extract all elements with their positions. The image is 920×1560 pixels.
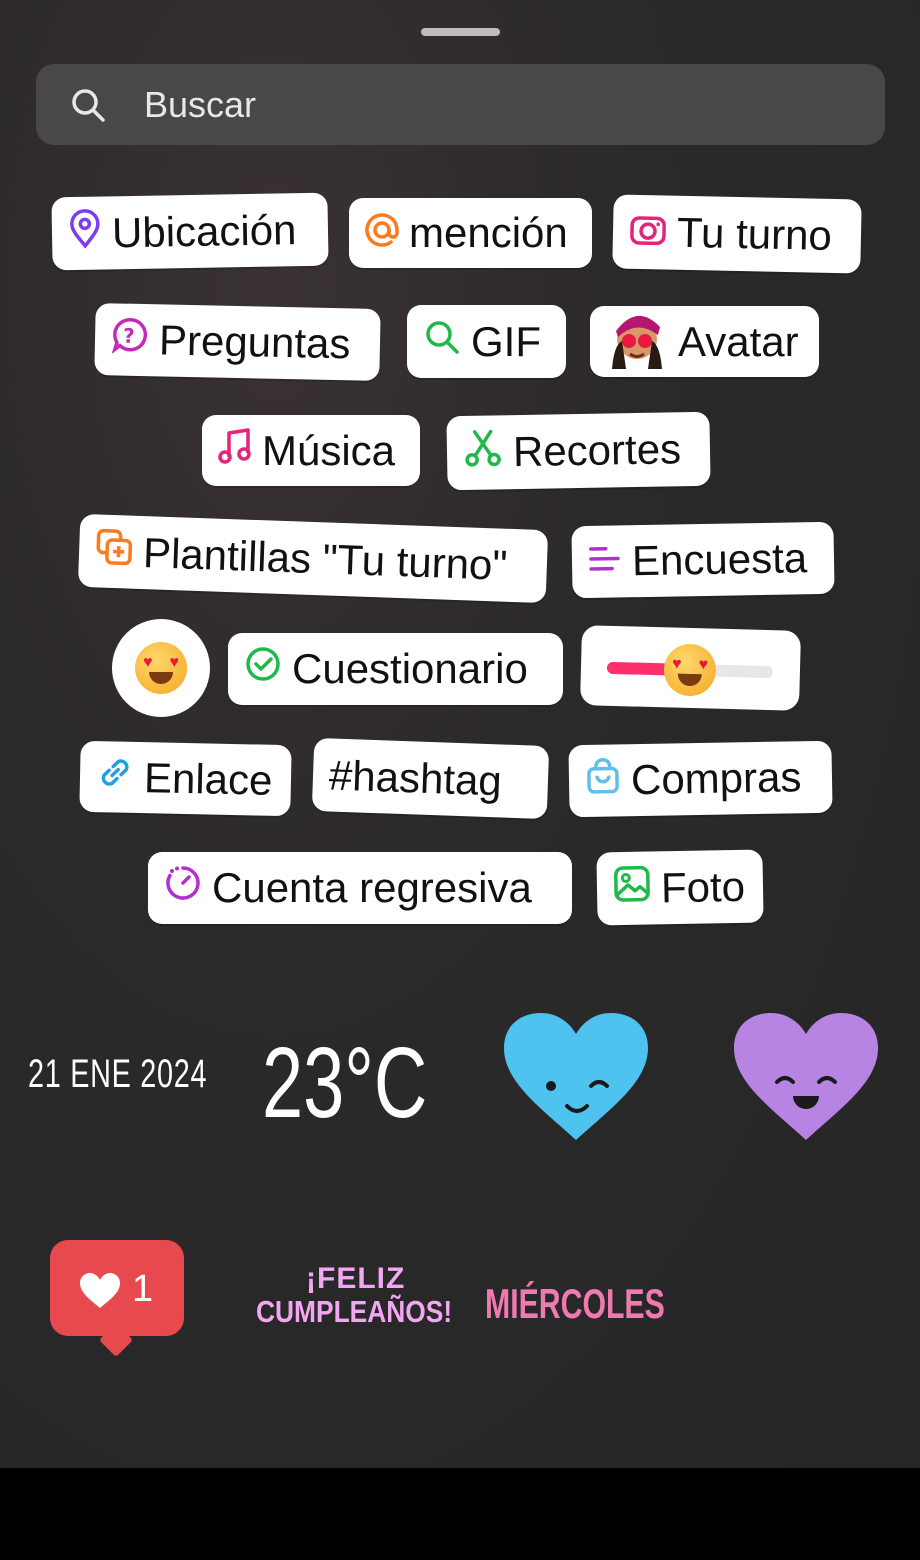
svg-text:?: ? [123,324,135,348]
sticker-music-label: Música [262,426,396,474]
poll-icon [588,537,633,586]
heart-eyes-emoji-icon[interactable]: ♥ ♥ [663,643,717,697]
countdown-icon [164,864,212,912]
sticker-mention[interactable]: mención [349,198,592,268]
sticker-tray: Buscar Ubicación mención Tu turno ? Preg… [0,0,920,1468]
sticker-quiz[interactable]: Cuestionario [228,633,563,705]
sticker-cutouts-label: Recortes [512,425,682,476]
sticker-music[interactable]: Música [202,415,420,486]
emoji-reaction-sticker[interactable]: ♥ ♥ [112,619,210,717]
question-icon: ? [111,315,160,364]
sticker-shopping[interactable]: Compras [568,740,833,818]
search-input[interactable]: Buscar [144,84,256,126]
sticker-shopping-label: Compras [630,753,802,804]
sticker-location-label: Ubicación [111,205,297,256]
sticker-hashtag-label: #hashtag [328,750,503,804]
sticker-quiz-label: Cuestionario [292,645,528,692]
sticker-questions-label: Preguntas [158,316,351,368]
search-icon [70,87,106,128]
sticker-poll[interactable]: Encuesta [571,521,835,599]
check-circle-icon [244,645,292,693]
like-counter-tail [99,1323,133,1357]
shopping-bag-icon [585,756,632,805]
birthday-line-1: ¡FELIZ [306,1262,406,1295]
photo-icon [613,864,662,913]
scissors-icon [463,427,514,478]
sticker-gif-label: GIF [471,317,541,365]
sticker-countdown[interactable]: Cuenta regresiva [148,852,572,924]
sticker-avatar-label: Avatar [678,317,799,365]
sticker-countdown-label: Cuenta regresiva [212,864,532,911]
slider-track: ♥ ♥ [606,643,774,697]
like-counter-sticker[interactable]: 1 [50,1240,184,1357]
sticker-templates[interactable]: Plantillas "Tu turno" [77,513,549,604]
sticker-link-label: Enlace [143,753,273,804]
like-count: 1 [132,1268,154,1310]
sticker-templates-label: Plantillas "Tu turno" [142,528,509,589]
like-heart-icon [80,1273,120,1308]
sticker-link[interactable]: Enlace [79,740,292,817]
temperature-sticker[interactable]: 23°C [262,1026,427,1141]
birthday-line-2: CUMPLEAÑOS! [256,1294,453,1329]
heart-eyes-emoji-icon: ♥ ♥ [135,642,187,694]
birthday-sticker[interactable]: ¡FELIZ CUMPLEAÑOS! [256,1256,452,1346]
location-pin-icon [68,208,113,259]
bottom-bar [0,1468,920,1560]
weekday-sticker[interactable]: MIÉRCOLES [485,1280,665,1328]
sticker-your-turn[interactable]: Tu turno [612,194,862,274]
sticker-poll-label: Encuesta [631,534,808,585]
avatar-icon [606,305,678,379]
template-icon [94,527,144,577]
sticker-photo[interactable]: Foto [596,849,764,926]
music-note-icon [218,427,262,475]
sticker-gif[interactable]: GIF [407,305,566,378]
sticker-hashtag[interactable]: #hashtag [311,737,550,820]
drag-handle[interactable] [421,28,500,36]
wink-heart-icon[interactable] [501,1010,651,1144]
sticker-photo-label: Foto [660,862,746,911]
sticker-avatar[interactable]: Avatar [590,306,819,377]
link-icon [96,753,145,802]
emoji-slider-sticker[interactable]: ♥ ♥ [579,625,802,711]
magnifier-icon [423,318,471,366]
happy-heart-icon[interactable] [731,1010,881,1144]
sticker-location[interactable]: Ubicación [51,192,329,271]
camera-icon [629,208,678,257]
sticker-cutouts[interactable]: Recortes [446,411,711,491]
sticker-questions[interactable]: ? Preguntas [94,303,381,381]
sticker-mention-label: mención [409,209,568,256]
sticker-your-turn-label: Tu turno [676,208,833,259]
at-sign-icon [365,209,409,257]
date-sticker[interactable]: 21 ENE 2024 [28,1052,207,1097]
